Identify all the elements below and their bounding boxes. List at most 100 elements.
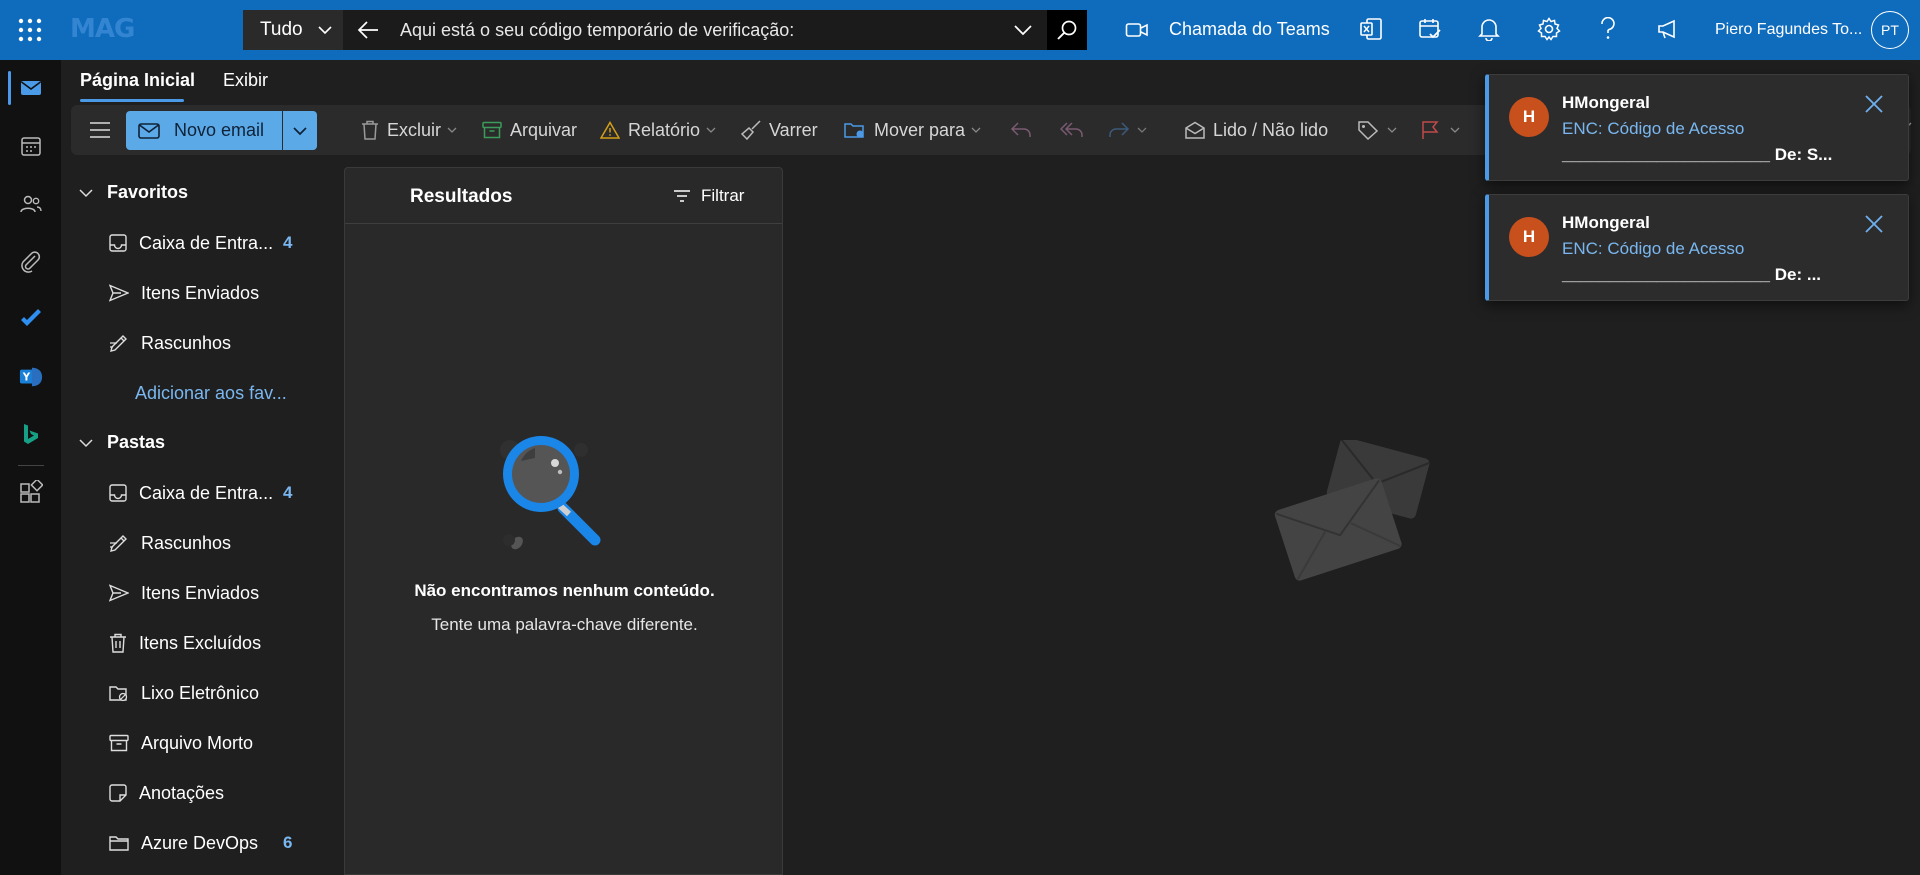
notification-subject[interactable]: ENC: Código de Acesso [1562, 119, 1744, 139]
folder-label: Rascunhos [141, 332, 232, 353]
empty-state-title: Não encontramos nenhum conteúdo. [414, 581, 715, 600]
flag-icon[interactable] [1421, 120, 1439, 140]
office-app-icon[interactable] [1359, 17, 1383, 41]
megaphone-icon[interactable] [1656, 17, 1680, 41]
folder-label: Rascunhos [141, 532, 232, 553]
back-arrow-icon[interactable] [357, 20, 379, 40]
results-pane: Resultados Filtrar Não encontramos nenhu… [344, 167, 783, 875]
archive-label: Arquivar [510, 119, 578, 140]
notification-toast[interactable]: H HMongeral ENC: Código de Acesso ______… [1485, 74, 1909, 181]
folders-header[interactable]: Pastas [79, 432, 165, 453]
chevron-down-icon[interactable] [1450, 126, 1460, 134]
calendar-icon[interactable] [19, 134, 43, 158]
filter-button[interactable]: Filtrar [673, 186, 744, 206]
folder-item-archive[interactable]: Arquivo Morto [109, 728, 339, 758]
search-bar: Tudo Aqui está o seu código temporário d… [243, 10, 1087, 50]
bell-icon[interactable] [1478, 17, 1500, 41]
mail-icon[interactable] [19, 76, 43, 100]
chevron-down-icon [293, 126, 307, 135]
read-unread-button[interactable]: Lido / Não lido [1185, 105, 1328, 155]
calendar-check-icon[interactable] [1418, 17, 1442, 41]
add-favorite-link[interactable]: Adicionar aos fav... [109, 378, 339, 408]
close-icon[interactable] [1864, 214, 1884, 234]
delete-button[interactable]: Excluir [361, 105, 457, 155]
tab-home[interactable]: Página Inicial [80, 70, 195, 91]
folder-label: Arquivo Morto [141, 732, 254, 753]
new-mail-label: Novo email [174, 120, 265, 140]
folder-label: Anotações [139, 782, 225, 803]
notification-toast[interactable]: H HMongeral ENC: Código de Acesso ______… [1485, 194, 1909, 301]
todo-icon[interactable] [19, 307, 43, 331]
notification-preview: ______________________ De: ... [1562, 265, 1822, 284]
search-button[interactable] [1047, 10, 1087, 50]
folders-label: Pastas [107, 432, 166, 452]
chevron-down-icon[interactable] [1387, 126, 1397, 134]
people-icon[interactable] [19, 192, 43, 216]
folder-label: Itens Excluídos [139, 632, 262, 653]
avatar[interactable]: PT [1871, 11, 1909, 49]
archive-button[interactable]: Arquivar [482, 105, 577, 155]
active-tab-indicator [80, 99, 184, 102]
envelopes-illustration [1274, 440, 1430, 581]
rail-divider [18, 465, 44, 466]
new-mail-dropdown[interactable] [283, 111, 317, 150]
app-rail: Y [0, 60, 61, 875]
unread-count: 6 [283, 833, 293, 852]
tab-view[interactable]: Exibir [223, 70, 268, 91]
sweep-button[interactable]: Varrer [741, 105, 818, 155]
close-icon[interactable] [1864, 94, 1884, 114]
mail-icon [138, 122, 160, 139]
unread-count: 4 [283, 483, 293, 502]
folder-item-inbox[interactable]: Caixa de Entra... 4 [109, 478, 339, 508]
tag-icon[interactable] [1357, 120, 1379, 140]
forward-icon[interactable] [1108, 121, 1130, 139]
gear-icon[interactable] [1537, 17, 1561, 41]
yammer-icon[interactable]: Y [19, 365, 43, 389]
note-icon [109, 784, 127, 802]
sweep-label: Varrer [769, 119, 818, 140]
envelope-open-icon [1185, 121, 1205, 139]
notification-subject[interactable]: ENC: Código de Acesso [1562, 239, 1744, 259]
notification-sender: HMongeral [1562, 213, 1650, 232]
folder-item-sent[interactable]: Itens Enviados [109, 578, 339, 608]
attachment-icon[interactable] [19, 250, 43, 274]
folder-item-notes[interactable]: Anotações [109, 778, 339, 808]
folder-label: Itens Enviados [141, 582, 260, 603]
move-to-button[interactable]: Mover para [844, 105, 981, 155]
search-scope-dropdown[interactable]: Tudo [243, 10, 343, 50]
warning-icon [600, 121, 620, 139]
report-button[interactable]: Relatório [600, 105, 716, 155]
favorite-item-drafts[interactable]: Rascunhos [109, 328, 339, 358]
folder-item-drafts[interactable]: Rascunhos [109, 528, 339, 558]
search-icon [1057, 20, 1077, 40]
favorite-item-sent[interactable]: Itens Enviados [109, 278, 339, 308]
folder-item-junk[interactable]: Lixo Eletrônico [109, 678, 339, 708]
folder-item-azure-devops[interactable]: Azure DevOps 6 [109, 828, 339, 858]
favorite-item-inbox[interactable]: Caixa de Entra... 4 [109, 228, 339, 258]
folder-pane: Favoritos Caixa de Entra... 4 Itens Envi… [61, 160, 341, 875]
user-name[interactable]: Piero Fagundes To... [1715, 21, 1862, 39]
teams-call-button[interactable]: Chamada do Teams [1169, 19, 1330, 40]
chevron-down-icon [447, 127, 457, 133]
chevron-down-icon [706, 127, 716, 133]
video-call-icon[interactable] [1125, 20, 1149, 40]
help-icon[interactable] [1599, 17, 1617, 41]
reply-all-icon[interactable] [1060, 121, 1084, 139]
app-launcher-icon[interactable] [17, 17, 43, 43]
hamburger-icon[interactable] [89, 121, 111, 139]
bing-icon[interactable] [19, 422, 43, 446]
more-apps-icon[interactable] [19, 480, 43, 504]
filter-label: Filtrar [701, 186, 745, 205]
search-input[interactable]: Aqui está o seu código temporário de ver… [400, 20, 794, 41]
folder-label: Caixa de Entra... [139, 482, 274, 503]
chevron-down-icon[interactable] [1137, 126, 1147, 134]
folder-item-deleted[interactable]: Itens Excluídos [109, 628, 339, 658]
folder-move-icon [844, 123, 864, 138]
chevron-down-icon[interactable] [1013, 22, 1033, 38]
favorites-header[interactable]: Favoritos [79, 182, 188, 203]
filter-icon [674, 190, 690, 202]
folder-label: Caixa de Entra... [139, 232, 274, 253]
trash-icon [362, 120, 378, 140]
new-mail-button[interactable]: Novo email [126, 111, 282, 150]
reply-icon[interactable] [1010, 121, 1032, 139]
